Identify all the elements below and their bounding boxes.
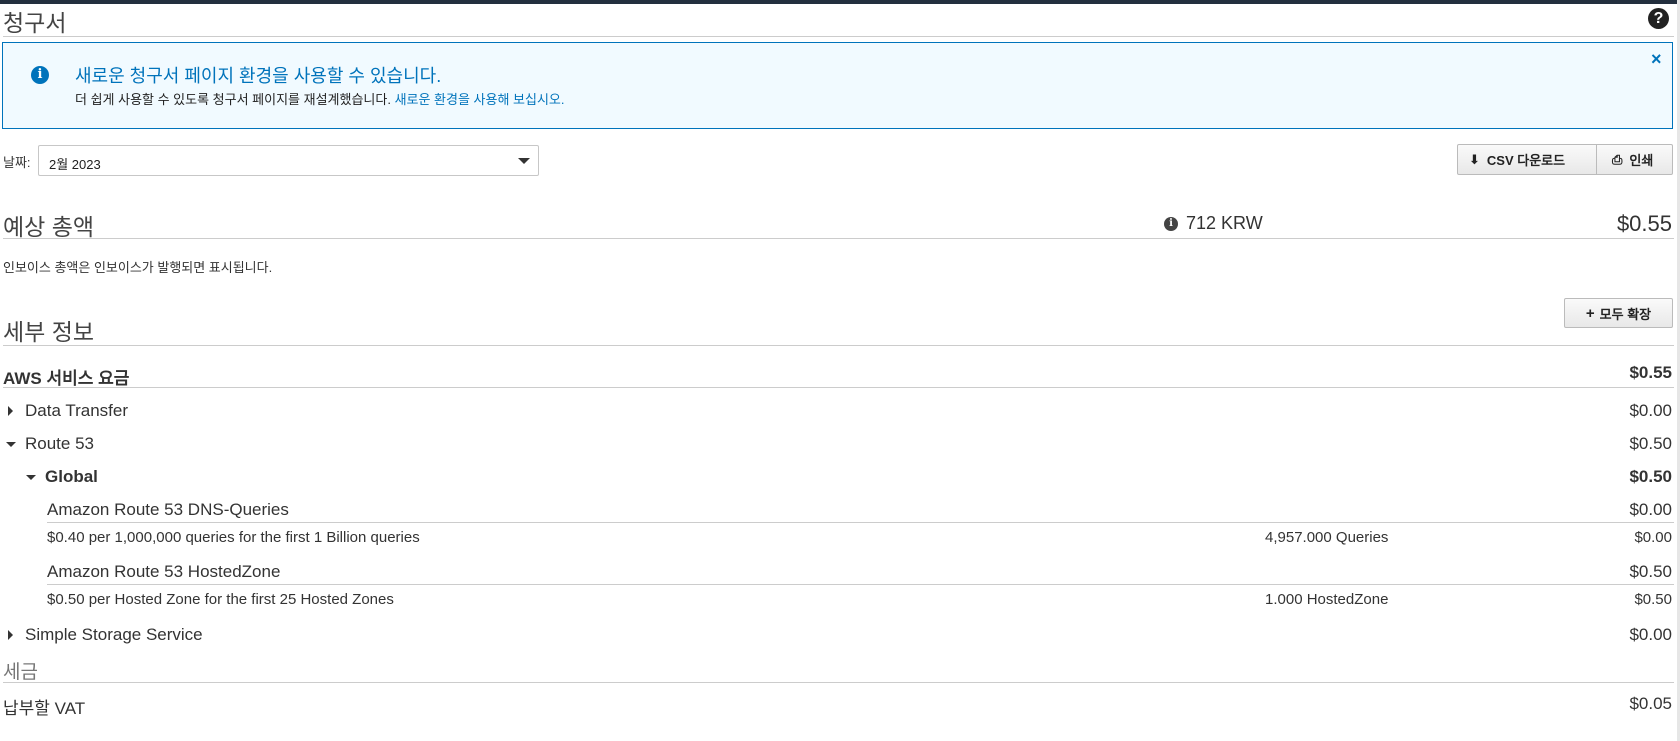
date-select[interactable]: 2월 2023	[38, 145, 539, 176]
expand-caret-icon[interactable]	[8, 630, 13, 640]
close-icon[interactable]: ×	[1651, 49, 1662, 70]
service-amount: $0.00	[1629, 401, 1672, 420]
banner-description: 더 쉽게 사용할 수 있도록 청구서 페이지를 재설계했습니다.	[75, 92, 391, 107]
new-experience-banner: i 새로운 청구서 페이지 환경을 사용할 수 있습니다. 더 쉽게 사용할 수…	[2, 42, 1673, 129]
usage-type-dns-queries: Amazon Route 53 DNS-Queries	[47, 500, 289, 519]
try-new-experience-link[interactable]: 새로운 환경을 사용해 보십시오.	[395, 92, 565, 107]
aws-services-total: $0.55	[1629, 363, 1672, 382]
aws-services-label: AWS 서비스 요금	[3, 369, 130, 388]
csv-download-label: CSV 다운로드	[1486, 153, 1566, 168]
invoice-note: 인보이스 총액은 인보이스가 발행되면 표시됩니다.	[3, 260, 273, 275]
collapse-caret-icon[interactable]	[26, 475, 36, 480]
estimated-total-title: 예상 총액	[3, 214, 95, 240]
usage-type-hosted-zone: Amazon Route 53 HostedZone	[47, 562, 281, 581]
divider	[3, 345, 1674, 346]
service-amount: $0.50	[1629, 434, 1672, 453]
usage-type-amount: $0.00	[1629, 500, 1672, 519]
divider	[47, 522, 1674, 523]
date-label: 날짜:	[3, 155, 31, 170]
divider	[3, 238, 1674, 239]
region-row-global[interactable]: Global	[45, 467, 98, 487]
date-select-value: 2월 2023	[49, 157, 101, 172]
help-icon[interactable]: ?	[1648, 8, 1669, 29]
print-button[interactable]: ⎙ 인쇄	[1597, 144, 1673, 175]
info-icon[interactable]: i	[1164, 217, 1178, 231]
download-icon: ⬇	[1469, 151, 1480, 167]
usage-type-amount: $0.50	[1629, 562, 1672, 581]
details-title: 세부 정보	[3, 319, 95, 345]
divider	[3, 387, 1674, 388]
service-row-route-53[interactable]: Route 53	[25, 434, 94, 454]
info-icon: i	[31, 66, 49, 84]
rate-description: $0.40 per 1,000,000 queries for the firs…	[47, 529, 420, 546]
expand-all-label: 모두 확장	[1599, 306, 1652, 322]
export-button-group: ⬇ CSV 다운로드 ⎙ 인쇄	[1457, 144, 1673, 175]
collapse-caret-icon[interactable]	[6, 442, 16, 447]
csv-download-button[interactable]: ⬇ CSV 다운로드	[1457, 144, 1597, 175]
usage-quantity: 4,957.000 Queries	[1265, 529, 1389, 546]
vat-amount: $0.05	[1629, 694, 1672, 713]
divider	[3, 36, 1674, 37]
chevron-down-icon	[518, 158, 530, 164]
divider	[3, 682, 1674, 683]
krw-amount: 712 KRW	[1186, 213, 1263, 233]
rate-amount: $0.00	[1634, 529, 1672, 546]
service-row-data-transfer[interactable]: Data Transfer	[25, 401, 128, 421]
print-icon: ⎙	[1612, 151, 1623, 167]
rate-description: $0.50 per Hosted Zone for the first 25 H…	[47, 591, 394, 608]
region-amount: $0.50	[1629, 467, 1672, 486]
service-row-simple-storage-service[interactable]: Simple Storage Service	[25, 625, 203, 645]
rate-amount: $0.50	[1634, 591, 1672, 608]
banner-text: 더 쉽게 사용할 수 있도록 청구서 페이지를 재설계했습니다. 새로운 환경을…	[75, 89, 565, 108]
print-label: 인쇄	[1629, 153, 1654, 168]
banner-title: 새로운 청구서 페이지 환경을 사용할 수 있습니다.	[75, 66, 442, 86]
usage-quantity: 1.000 HostedZone	[1265, 591, 1389, 608]
page-title: 청구서	[3, 10, 67, 36]
plus-icon: +	[1585, 304, 1595, 322]
service-amount: $0.00	[1629, 625, 1672, 644]
vat-label: 납부할 VAT	[3, 699, 86, 718]
divider	[47, 584, 1674, 585]
top-bar	[0, 0, 1680, 4]
estimated-total-amount: $0.55	[1616, 211, 1672, 236]
expand-all-button[interactable]: + 모두 확장	[1564, 298, 1673, 328]
tax-title: 세금	[3, 662, 38, 683]
expand-caret-icon[interactable]	[8, 406, 13, 416]
